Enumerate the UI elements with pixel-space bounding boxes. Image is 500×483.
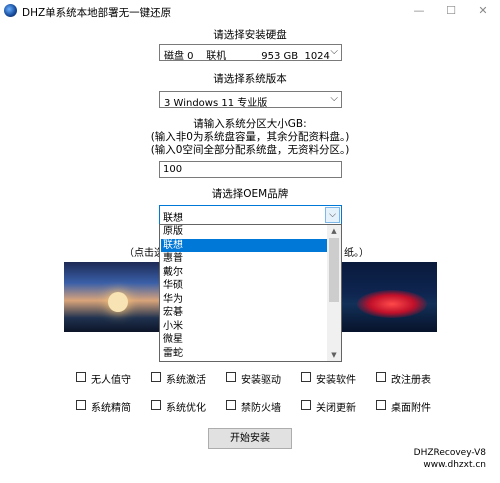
oem-label: 请选择OEM品牌 bbox=[211, 188, 289, 200]
oem-option[interactable]: 惠普 bbox=[161, 252, 327, 266]
oem-option[interactable]: 联想 bbox=[161, 238, 327, 252]
app-icon bbox=[4, 4, 17, 17]
chevron-down-icon[interactable]: ⌵ bbox=[325, 207, 340, 223]
disk-select-value: 磁盘 0 联机 953 GB 1024 bbox=[164, 51, 330, 62]
checkbox[interactable] bbox=[301, 372, 311, 382]
checkbox[interactable] bbox=[226, 400, 236, 410]
oem-select-value: 联想 bbox=[163, 213, 183, 224]
website-text: www.dhzxt.cn bbox=[423, 460, 486, 470]
oem-option[interactable]: 华为 bbox=[161, 293, 327, 307]
wallpaper-hint-right: 纸。） bbox=[344, 248, 369, 259]
oem-option[interactable]: 雷蛇 bbox=[161, 347, 327, 361]
wallpaper-hint-left: （点击选 bbox=[124, 248, 164, 259]
checkbox[interactable] bbox=[301, 400, 311, 410]
scroll-down-icon[interactable]: ▼ bbox=[327, 349, 341, 361]
start-install-button[interactable]: 开始安装 bbox=[208, 428, 292, 449]
oem-option[interactable]: 戴尔 bbox=[161, 266, 327, 280]
chevron-down-icon: ⌵ bbox=[330, 46, 338, 57]
oem-select[interactable]: 联想 ⌵ bbox=[159, 205, 342, 225]
maximize-button[interactable]: ☐ bbox=[440, 2, 462, 20]
checkbox[interactable] bbox=[76, 400, 86, 410]
wallpaper-preview-left[interactable] bbox=[64, 262, 160, 332]
version-label: 请选择系统版本 bbox=[213, 73, 287, 85]
checkbox[interactable] bbox=[151, 372, 161, 382]
checkbox[interactable] bbox=[376, 400, 386, 410]
disk-label: 请选择安装硬盘 bbox=[213, 29, 287, 41]
checkbox[interactable] bbox=[226, 372, 236, 382]
window-title: DHZ单系统本地部署无一键还原 bbox=[22, 7, 172, 19]
checkbox[interactable] bbox=[376, 372, 386, 382]
oem-option[interactable]: 华硕 bbox=[161, 279, 327, 293]
oem-option[interactable]: 小米 bbox=[161, 320, 327, 334]
close-button[interactable]: ✕ bbox=[472, 2, 494, 20]
version-select-value: 3 Windows 11 专业版 bbox=[164, 98, 268, 109]
minimize-button[interactable]: — bbox=[408, 2, 430, 20]
oem-option[interactable]: 宏碁 bbox=[161, 306, 327, 320]
oem-option[interactable]: 微星 bbox=[161, 333, 327, 347]
checkbox[interactable] bbox=[151, 400, 161, 410]
scroll-up-icon[interactable]: ▲ bbox=[327, 225, 341, 237]
version-text: DHZRecovey-V8 bbox=[413, 448, 486, 458]
wallpaper-preview-right[interactable] bbox=[342, 262, 437, 332]
scrollbar-thumb[interactable] bbox=[329, 238, 339, 302]
version-select[interactable]: 3 Windows 11 专业版 ⌵ bbox=[159, 91, 342, 109]
disk-select[interactable]: 磁盘 0 联机 953 GB 1024 ⌵ bbox=[159, 44, 342, 62]
chevron-down-icon: ⌵ bbox=[330, 93, 338, 104]
checkbox[interactable] bbox=[76, 372, 86, 382]
partition-size-input[interactable]: 100 bbox=[159, 161, 342, 178]
title-bar: DHZ单系统本地部署无一键还原 — ☐ ✕ bbox=[0, 0, 500, 22]
oem-dropdown-list: 原版 联想 惠普 戴尔 华硕 华为 宏碁 小米 微星 雷蛇 ▲ ▼ bbox=[159, 224, 342, 362]
partition-hint-2: (输入0空间全部分配系统盘，无资料分区。) bbox=[150, 144, 350, 156]
oem-option[interactable]: 原版 bbox=[161, 225, 327, 239]
oem-list-scrollbar[interactable]: ▲ ▼ bbox=[327, 225, 341, 361]
